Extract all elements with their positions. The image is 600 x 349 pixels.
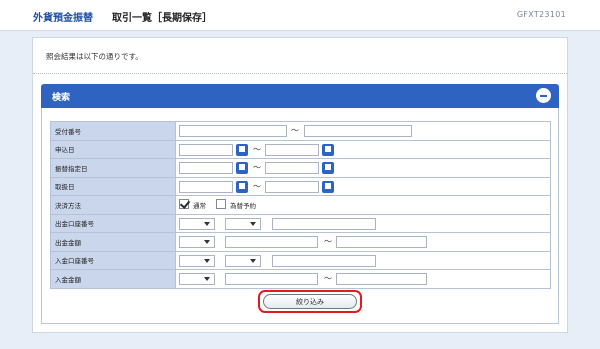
credit-account-input[interactable]	[272, 254, 376, 267]
dropdown-arrow-icon	[204, 277, 210, 281]
filter-button-highlight: 絞り込み	[258, 290, 362, 313]
search-panel-header[interactable]: 検索	[41, 84, 559, 108]
debit-type-select[interactable]	[225, 217, 261, 230]
label-receipt-number: 受付番号	[50, 121, 176, 141]
screen-code: GFXT23101	[516, 10, 566, 19]
content-card: 照会結果は以下の通りです。 検索 受付番号 ～ 申込日 ～ 振替指定日 ～ 取扱…	[32, 37, 568, 333]
label-handling-date: 取扱日	[50, 176, 176, 196]
calendar-icon[interactable]	[322, 143, 334, 156]
calendar-icon[interactable]	[322, 180, 334, 193]
transfer-date-to-input[interactable]	[265, 162, 319, 174]
label-debit-account: 出金口座番号	[50, 213, 176, 233]
application-date-from-input[interactable]	[179, 143, 233, 156]
credit-amount-from-input[interactable]	[225, 273, 318, 285]
credit-type-select[interactable]	[225, 254, 261, 267]
debit-currency-select[interactable]	[179, 236, 215, 248]
row-credit-amount: 入金金額 ～	[50, 269, 551, 289]
dropdown-arrow-icon	[250, 258, 256, 263]
debit-branch-select[interactable]	[179, 217, 215, 230]
handling-date-from-input[interactable]	[179, 180, 233, 193]
label-settlement-method: 決済方法	[50, 195, 176, 215]
application-date-to-input[interactable]	[265, 143, 319, 156]
row-transfer-date: 振替指定日 ～	[50, 158, 551, 178]
app-header: 外貨預金振替 取引一覧［長期保存］ GFXT23101	[0, 0, 600, 31]
search-form-table: 受付番号 ～ 申込日 ～ 振替指定日 ～ 取扱日 ～ 決済方法 通常 為替予約 …	[50, 121, 551, 289]
debit-account-input[interactable]	[272, 217, 376, 230]
range-separator: ～	[253, 144, 261, 154]
receipt-number-from-input[interactable]	[179, 125, 287, 137]
row-credit-account: 入金口座番号	[50, 250, 551, 270]
label-application-date: 申込日	[50, 139, 176, 159]
search-panel-body: 受付番号 ～ 申込日 ～ 振替指定日 ～ 取扱日 ～ 決済方法 通常 為替予約 …	[41, 108, 559, 324]
row-settlement-method: 決済方法 通常 為替予約	[50, 195, 551, 215]
collapse-minus-icon[interactable]	[536, 88, 551, 103]
label-credit-account: 入金口座番号	[50, 250, 176, 270]
range-separator: ～	[253, 163, 261, 172]
dropdown-arrow-icon	[204, 221, 210, 226]
calendar-icon[interactable]	[322, 162, 334, 174]
result-message: 照会結果は以下の通りです。	[46, 52, 143, 61]
row-application-date: 申込日 ～	[50, 139, 551, 159]
settlement-forward-label: 為替予約	[230, 202, 256, 210]
row-receipt-number: 受付番号 ～	[50, 121, 551, 141]
dropdown-arrow-icon	[204, 258, 210, 263]
filter-button[interactable]: 絞り込み	[263, 294, 357, 309]
credit-branch-select[interactable]	[179, 254, 215, 267]
debit-amount-to-input[interactable]	[336, 236, 427, 248]
row-debit-account: 出金口座番号	[50, 213, 551, 233]
calendar-icon[interactable]	[236, 162, 248, 174]
credit-amount-to-input[interactable]	[336, 273, 427, 285]
dropdown-arrow-icon	[204, 240, 210, 244]
divider	[33, 73, 567, 74]
range-separator: ～	[253, 181, 261, 191]
label-debit-amount: 出金金額	[50, 232, 176, 252]
handling-date-to-input[interactable]	[265, 180, 319, 193]
checkbox-checked-icon[interactable]	[179, 199, 189, 209]
range-separator: ～	[291, 126, 299, 135]
range-separator: ～	[324, 237, 332, 246]
dropdown-arrow-icon	[250, 221, 256, 226]
label-transfer-date: 振替指定日	[50, 158, 176, 178]
receipt-number-to-input[interactable]	[304, 125, 412, 137]
brand-title: 外貨預金振替	[33, 13, 93, 24]
checkbox-unchecked-icon[interactable]	[216, 199, 226, 209]
range-separator: ～	[324, 274, 332, 283]
label-credit-amount: 入金金額	[50, 269, 176, 289]
debit-amount-from-input[interactable]	[225, 236, 318, 248]
row-debit-amount: 出金金額 ～	[50, 232, 551, 252]
credit-currency-select[interactable]	[179, 273, 215, 285]
page-title: 取引一覧［長期保存］	[112, 13, 212, 24]
row-handling-date: 取扱日 ～	[50, 176, 551, 196]
settlement-normal-label: 通常	[193, 202, 206, 210]
calendar-icon[interactable]	[236, 180, 248, 193]
calendar-icon[interactable]	[236, 143, 248, 156]
search-panel-title: 検索	[52, 93, 71, 103]
transfer-date-from-input[interactable]	[179, 162, 233, 174]
